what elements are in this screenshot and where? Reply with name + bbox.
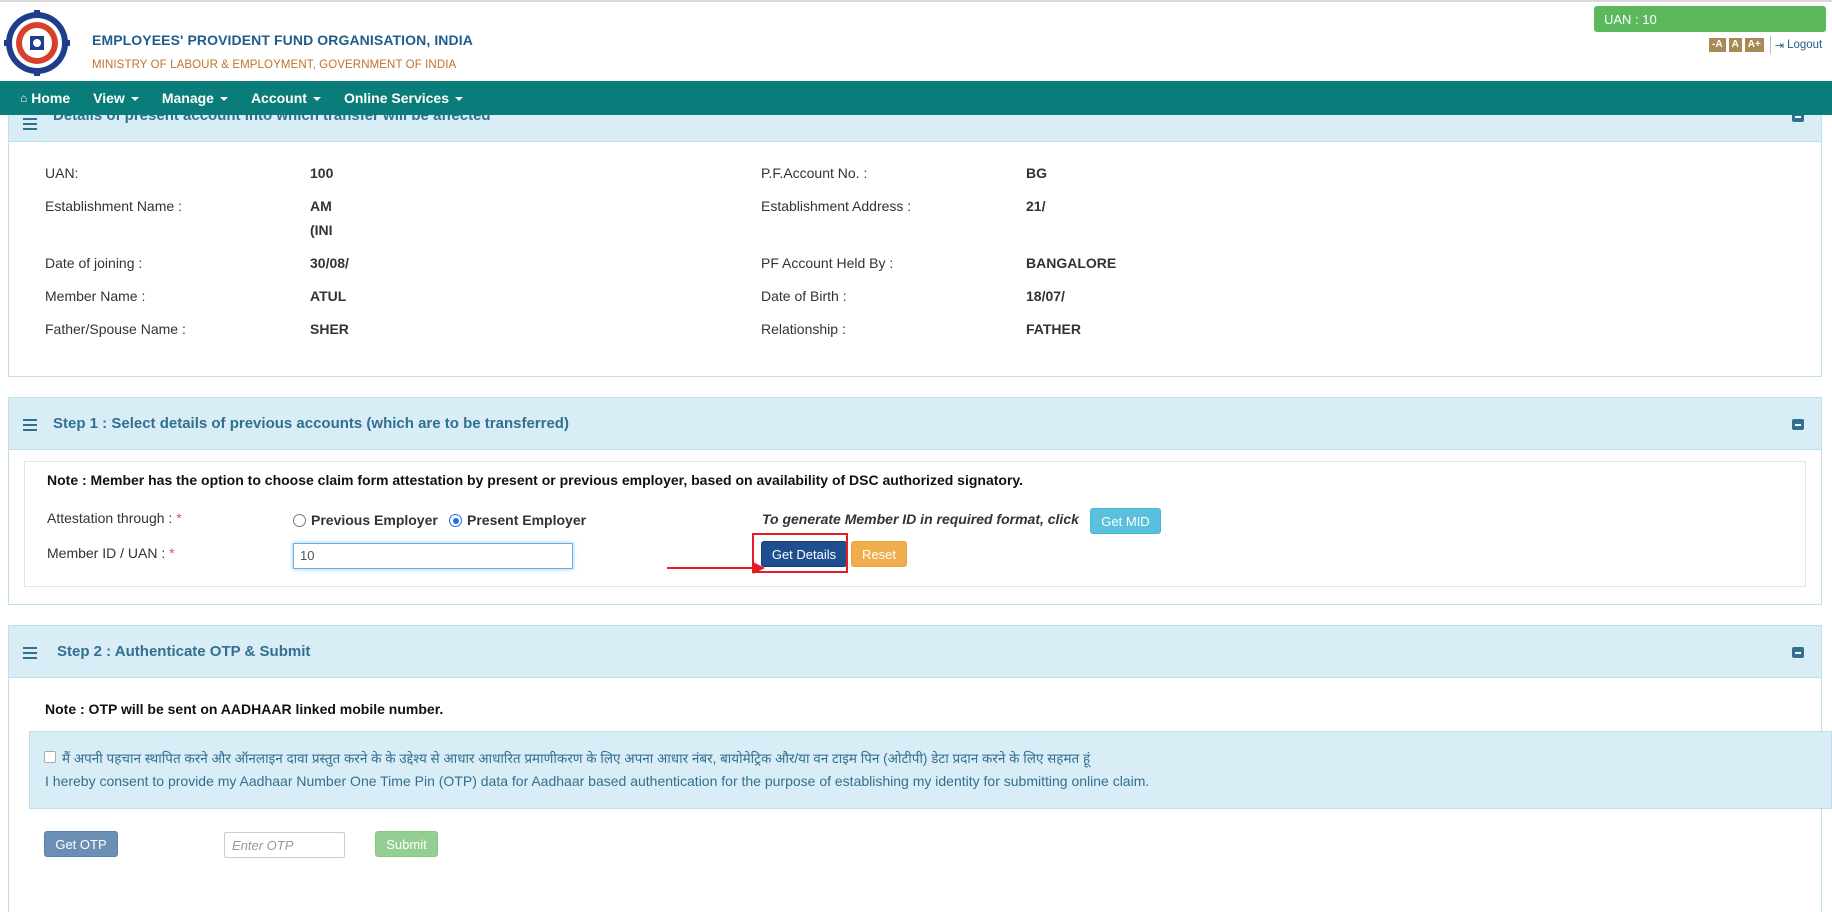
present-account-panel: Details of present account into which tr… xyxy=(8,115,1822,377)
step1-form-box: Note : Member has the option to choose c… xyxy=(24,461,1806,587)
pf-held-by-label: PF Account Held By : xyxy=(761,255,894,271)
present-account-panel-header: Details of present account into which tr… xyxy=(9,115,1821,142)
previous-employer-label: Previous Employer xyxy=(311,512,438,528)
father-spouse-value: SHER xyxy=(310,321,349,337)
home-icon: ⌂ xyxy=(20,91,28,105)
nav-manage-label: Manage xyxy=(161,90,214,106)
pf-held-by-value: BANGALORE xyxy=(1026,255,1117,271)
date-of-birth-value: 18/07/ xyxy=(1026,288,1065,304)
collapse-icon[interactable] xyxy=(1792,115,1804,122)
option-present-employer[interactable]: Present Employer xyxy=(449,512,586,528)
step1-title: Step 1 : Select details of previous acco… xyxy=(53,415,569,432)
get-otp-button[interactable]: Get OTP xyxy=(44,831,118,857)
epfo-logo xyxy=(4,10,70,76)
logout-label: Logout xyxy=(1787,39,1823,51)
nav-account-label: Account xyxy=(250,90,307,106)
step1-panel: Step 1 : Select details of previous acco… xyxy=(8,397,1822,605)
logout-icon: ⇥ xyxy=(1774,39,1785,52)
nav-online-services-label: Online Services xyxy=(343,90,449,106)
get-mid-button[interactable]: Get MID xyxy=(1090,508,1161,534)
establishment-address-label: Establishment Address : xyxy=(761,198,912,214)
member-name-value: ATUL xyxy=(310,288,347,304)
menu-icon xyxy=(23,419,37,431)
step2-panel-header: Step 2 : Authenticate OTP & Submit xyxy=(9,626,1821,678)
member-id-label-text: Member ID / UAN : xyxy=(47,545,166,561)
site-header: EMPLOYEES' PROVIDENT FUND ORGANISATION, … xyxy=(0,2,1832,80)
org-name: EMPLOYEES' PROVIDENT FUND ORGANISATION, … xyxy=(92,32,473,48)
previous-employer-radio[interactable] xyxy=(293,514,306,527)
member-id-label: Member ID / UAN : * xyxy=(47,545,175,561)
aadhaar-consent-box: मैं अपनी पहचान स्थापित करने और ऑनलाइन दा… xyxy=(29,731,1832,809)
pf-account-value: BG xyxy=(1026,165,1047,181)
nav-home[interactable]: ⌂ Home xyxy=(12,81,85,115)
present-employer-label: Present Employer xyxy=(467,512,587,528)
collapse-icon[interactable] xyxy=(1792,647,1804,658)
member-id-input[interactable]: 10 xyxy=(293,543,573,569)
establishment-address-value: 21/ xyxy=(1026,198,1046,214)
font-decrease-button[interactable]: -A xyxy=(1709,38,1726,52)
consent-hindi-text: मैं अपनी पहचान स्थापित करने और ऑनलाइन दा… xyxy=(62,751,1091,766)
submit-button[interactable]: Submit xyxy=(375,831,438,857)
step1-panel-header: Step 1 : Select details of previous acco… xyxy=(9,398,1821,450)
establishment-name-label: Establishment Name : xyxy=(45,198,182,214)
caret-down-icon xyxy=(219,97,228,101)
step1-note: Note : Member has the option to choose c… xyxy=(47,472,1024,488)
required-mark: * xyxy=(169,545,175,561)
font-increase-button[interactable]: A+ xyxy=(1744,38,1764,52)
ministry-name: MINISTRY OF LABOUR & EMPLOYMENT, GOVERNM… xyxy=(92,59,457,71)
present-account-title: Details of present account into which tr… xyxy=(53,115,491,124)
tool-separator xyxy=(1769,36,1771,54)
attestation-label-text: Attestation through : xyxy=(47,510,173,526)
required-mark: * xyxy=(176,510,182,526)
uan-badge: UAN : 10 xyxy=(1594,6,1826,32)
pf-account-label: P.F.Account No. : xyxy=(761,165,868,181)
caret-down-icon xyxy=(130,97,139,101)
nav-account[interactable]: Account xyxy=(243,81,336,115)
step2-title: Step 2 : Authenticate OTP & Submit xyxy=(57,643,311,660)
main-navbar: ⌂ Home View Manage Account Online Servic… xyxy=(0,81,1832,115)
font-size-tools: -A A A+ ⇥ Logout xyxy=(1706,36,1822,54)
menu-icon xyxy=(23,118,37,130)
relationship-value: FATHER xyxy=(1026,321,1081,337)
attestation-label: Attestation through : * xyxy=(47,510,182,526)
mid-hint: To generate Member ID in required format… xyxy=(762,511,1079,527)
collapse-icon[interactable] xyxy=(1792,419,1804,430)
member-name-label: Member Name : xyxy=(45,288,146,304)
nav-view-label: View xyxy=(93,90,125,106)
date-of-joining-value: 30/08/ xyxy=(310,255,349,271)
uan-label: UAN: xyxy=(45,165,79,181)
date-of-joining-label: Date of joining : xyxy=(45,255,143,271)
establishment-name-value-line2: (INI xyxy=(310,222,333,238)
get-details-highlight xyxy=(752,533,848,573)
present-employer-radio[interactable] xyxy=(449,514,462,527)
option-previous-employer[interactable]: Previous Employer xyxy=(293,512,438,528)
date-of-birth-label: Date of Birth : xyxy=(761,288,847,304)
step2-note: Note : OTP will be sent on AADHAAR linke… xyxy=(45,701,444,717)
father-spouse-label: Father/Spouse Name : xyxy=(45,321,186,337)
establishment-name-value-line1: AM xyxy=(310,198,332,214)
relationship-label: Relationship : xyxy=(761,321,846,337)
otp-input[interactable]: Enter OTP xyxy=(224,832,345,858)
uan-value: 100 xyxy=(310,165,334,181)
nav-view[interactable]: View xyxy=(85,81,154,115)
reset-button[interactable]: Reset xyxy=(851,541,907,567)
font-normal-button[interactable]: A xyxy=(1728,38,1742,52)
logout-link[interactable]: ⇥ Logout xyxy=(1775,39,1822,52)
consent-english-text: I hereby consent to provide my Aadhaar N… xyxy=(45,773,1150,789)
caret-down-icon xyxy=(455,97,463,101)
nav-manage[interactable]: Manage xyxy=(154,81,243,115)
consent-checkbox[interactable] xyxy=(44,751,56,763)
caret-down-icon xyxy=(312,97,321,101)
menu-icon xyxy=(23,647,37,659)
nav-online-services[interactable]: Online Services xyxy=(336,81,478,115)
nav-home-label: Home xyxy=(31,90,71,106)
